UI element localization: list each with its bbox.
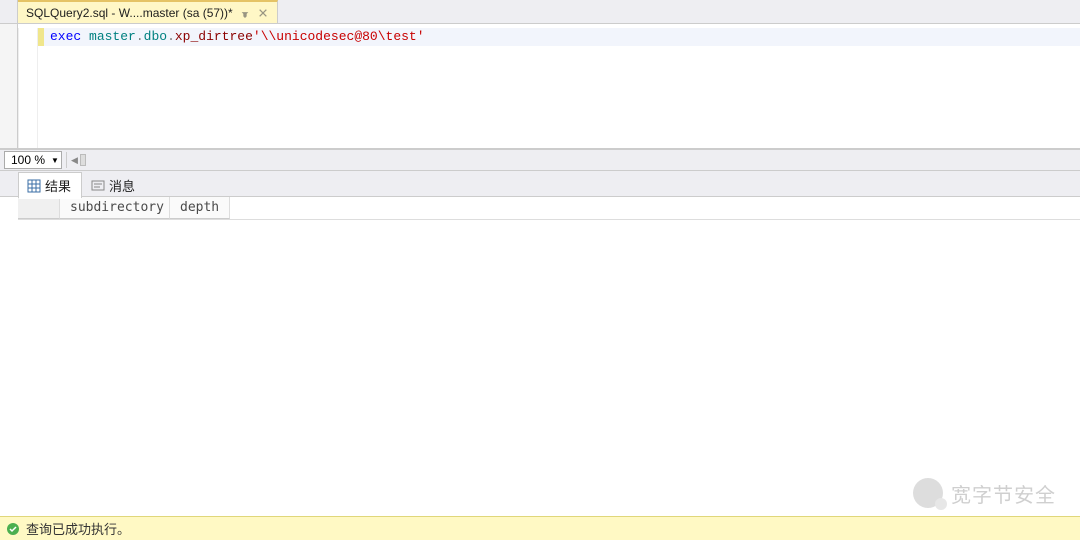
identifier-dbo: dbo: [144, 29, 167, 44]
status-bar: 查询已成功执行。: [0, 516, 1080, 540]
zoom-dropdown[interactable]: 100 % ▼: [4, 151, 62, 169]
proc-name: xp_dirtree: [175, 29, 253, 44]
horizontal-scroll-hint[interactable]: ◀: [71, 154, 86, 166]
results-grid[interactable]: subdirectory depth: [0, 197, 1080, 516]
string-literal: \\unicodesec@80\test: [261, 29, 417, 44]
code-editor-container: exec master.dbo.xp_dirtree'\\unicodesec@…: [0, 24, 1080, 149]
arrow-left-icon: ◀: [71, 155, 78, 166]
code-editor[interactable]: exec master.dbo.xp_dirtree'\\unicodesec@…: [18, 24, 1080, 148]
results-tab-row: 结果 消息: [0, 171, 1080, 197]
pin-icon[interactable]: [239, 7, 251, 19]
keyword-exec: exec: [50, 29, 81, 44]
tab-gutter: [0, 0, 18, 23]
success-check-icon: [6, 522, 20, 536]
scroll-thumb[interactable]: [80, 154, 86, 166]
code-area[interactable]: exec master.dbo.xp_dirtree'\\unicodesec@…: [18, 24, 1080, 148]
grid-icon: [27, 179, 41, 193]
document-tab-title: SQLQuery2.sql - W....master (sa (57))*: [26, 6, 233, 20]
status-message: 查询已成功执行。: [26, 519, 130, 538]
line-indicator-gutter: [18, 28, 38, 148]
tab-results-label: 结果: [45, 176, 71, 195]
tab-messages-label: 消息: [109, 176, 135, 195]
grid-header-row: subdirectory depth: [18, 197, 1080, 220]
tab-messages[interactable]: 消息: [82, 172, 146, 198]
column-header-subdirectory[interactable]: subdirectory: [60, 197, 170, 219]
close-icon[interactable]: [257, 7, 269, 19]
separator: [66, 152, 67, 168]
code-line-1[interactable]: exec master.dbo.xp_dirtree'\\unicodesec@…: [44, 28, 1080, 46]
editor-outer-gutter: [0, 24, 18, 148]
grid-corner[interactable]: [18, 197, 60, 219]
document-tab-row: SQLQuery2.sql - W....master (sa (57))*: [0, 0, 1080, 24]
identifier-master: master: [89, 29, 136, 44]
chevron-down-icon: ▼: [51, 156, 59, 165]
tab-results[interactable]: 结果: [18, 172, 82, 198]
column-header-depth[interactable]: depth: [170, 197, 230, 219]
zoom-value: 100 %: [11, 153, 45, 167]
message-icon: [91, 179, 105, 193]
document-tab-active[interactable]: SQLQuery2.sql - W....master (sa (57))*: [18, 0, 278, 23]
zoom-toolbar: 100 % ▼ ◀: [0, 149, 1080, 171]
